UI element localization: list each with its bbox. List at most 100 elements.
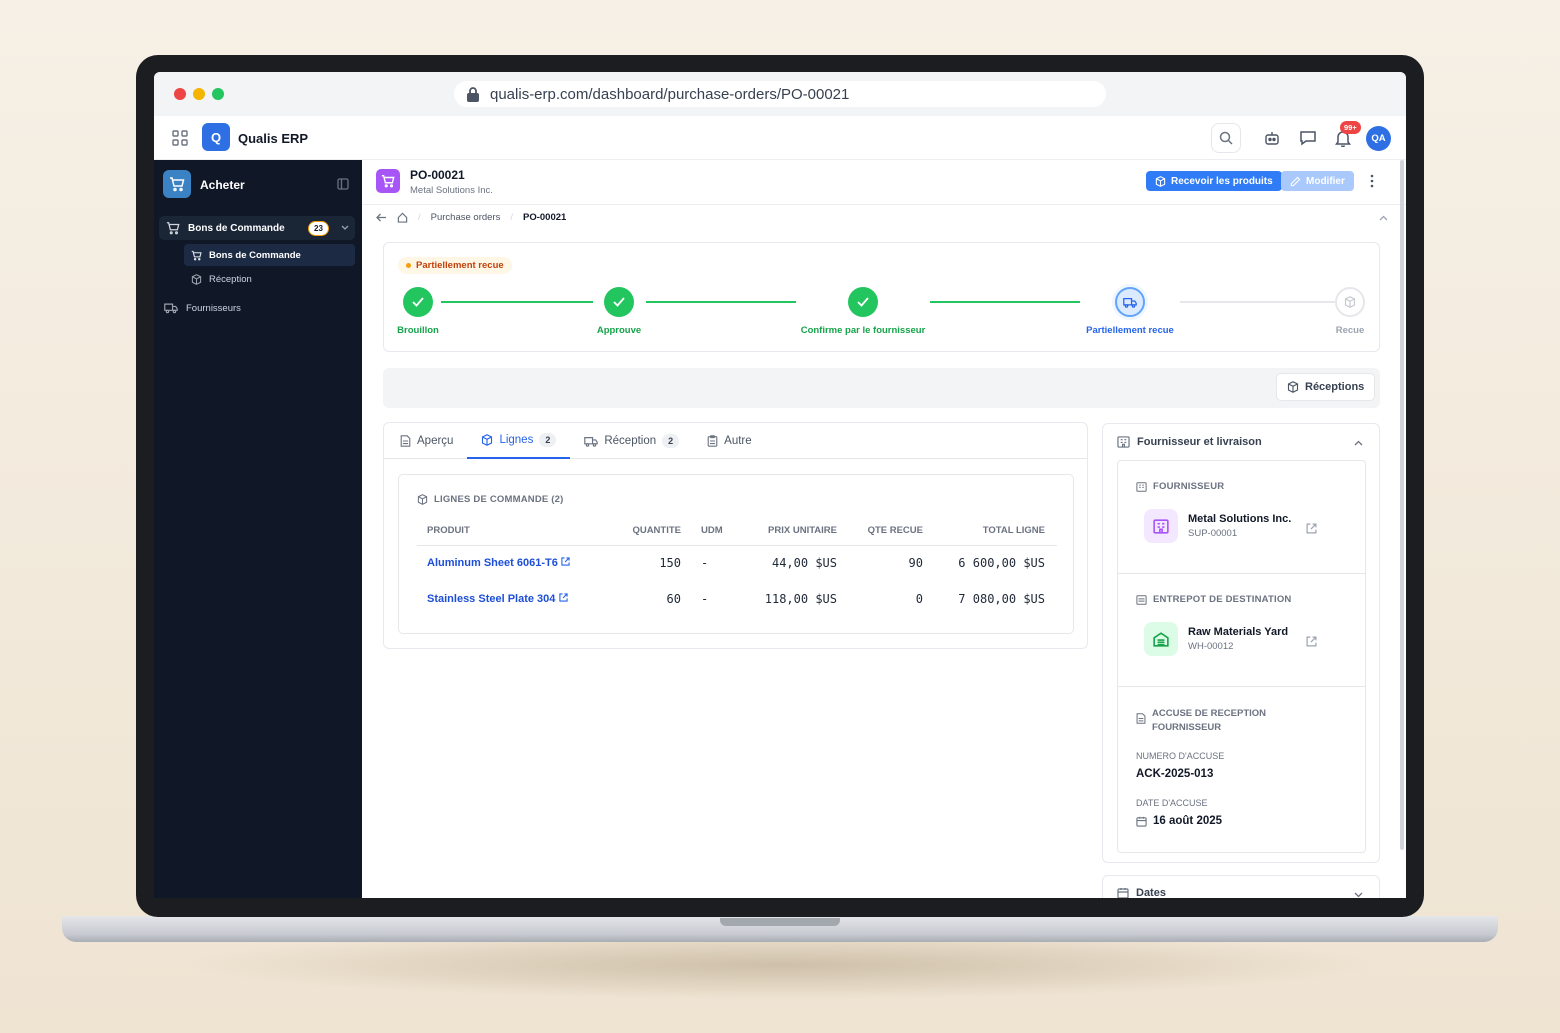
maximize-window-button[interactable] [212, 88, 224, 100]
truck-icon [164, 303, 178, 314]
step-label: Recue [1335, 325, 1365, 336]
external-link-icon[interactable] [558, 593, 568, 602]
breadcrumb-link[interactable]: Purchase orders [431, 212, 501, 223]
search-button[interactable] [1211, 123, 1241, 153]
warehouse-label: ENTREPOT DE DESTINATION [1153, 594, 1292, 605]
assistant-bot-icon[interactable] [1264, 130, 1280, 146]
app-topbar: Q Qualis ERP 99+ QA [154, 116, 1406, 160]
header-divider [362, 204, 1406, 205]
page-scrollbar[interactable] [1400, 160, 1404, 850]
step-approved: Approuve [597, 287, 641, 336]
browser-chrome: qualis-erp.com/dashboard/purchase-orders… [154, 72, 1406, 116]
receive-products-button[interactable]: Recevoir les produits [1146, 171, 1282, 191]
more-options-icon[interactable] [1370, 174, 1374, 188]
edit-button[interactable]: Modifier [1281, 171, 1354, 191]
step-label: Confirme par le fournisseur [800, 325, 926, 336]
dates-title: Dates [1136, 887, 1166, 898]
chevron-up-icon[interactable] [1354, 440, 1363, 446]
ack-date: 16 août 2025 [1136, 815, 1222, 827]
external-link-icon[interactable] [561, 557, 570, 566]
step-connector-pending [1180, 301, 1335, 303]
sidebar-item-suppliers[interactable]: Fournisseurs [164, 297, 241, 319]
tab-label: Réception [604, 435, 657, 447]
tabs-bar: Aperçu Lignes 2 Réception 2 Autre [384, 423, 1087, 459]
check-icon [613, 297, 625, 307]
receptions-button[interactable]: Réceptions [1276, 373, 1376, 401]
ack-number-label: NUMERO D'ACCUSE [1136, 751, 1225, 761]
back-arrow-icon[interactable] [376, 213, 387, 222]
step-check-circle [604, 287, 634, 317]
warehouse-section-label: ENTREPOT DE DESTINATION [1136, 594, 1292, 605]
warehouse-code: WH-00012 [1188, 641, 1234, 652]
building-icon [1117, 436, 1130, 448]
chevron-down-icon[interactable] [341, 225, 349, 231]
sidebar-group-purchase-orders[interactable]: Bons de Commande 23 [159, 216, 355, 240]
screen: qualis-erp.com/dashboard/purchase-orders… [154, 72, 1406, 898]
product-link[interactable]: Stainless Steel Plate 304 [427, 593, 555, 605]
shopping-cart-icon [166, 222, 180, 235]
sidebar-subitem-label: Réception [209, 273, 252, 285]
tab-lines[interactable]: Lignes 2 [467, 423, 571, 459]
sidebar-group-label: Bons de Commande [188, 222, 285, 234]
home-icon[interactable] [397, 212, 408, 223]
unit-price-cell: 118,00 $US [764, 592, 837, 606]
tab-reception[interactable]: Réception 2 [570, 423, 693, 459]
step-pending-circle [1335, 287, 1365, 317]
messages-icon[interactable] [1299, 129, 1317, 147]
window-controls [174, 88, 224, 100]
table-header-row: PRODUIT QUANTITE UDM PRIX UNITAIRE QTE R… [417, 517, 1057, 546]
check-icon [857, 297, 869, 307]
lines-card: Aperçu Lignes 2 Réception 2 Autre LIGNES… [383, 422, 1088, 649]
user-avatar[interactable]: QA [1366, 126, 1391, 151]
breadcrumb-separator: / [418, 212, 421, 223]
uom-cell: - [701, 592, 709, 606]
collapse-sidebar-icon[interactable] [337, 178, 349, 190]
tab-label: Aperçu [417, 435, 454, 447]
status-badge-label: Partiellement recue [416, 260, 504, 271]
warehouse-name[interactable]: Raw Materials Yard [1188, 626, 1288, 638]
dates-card[interactable]: Dates [1102, 875, 1380, 898]
unit-price-cell: 44,00 $US [771, 556, 837, 571]
url-bar[interactable]: qualis-erp.com/dashboard/purchase-orders… [454, 81, 1106, 107]
search-icon [1219, 131, 1233, 145]
supplier-delivery-header[interactable]: Fournisseur et livraison [1117, 436, 1262, 448]
supplier-delivery-panel: Fournisseur et livraison FOURNISSEUR Met… [1102, 423, 1380, 863]
close-window-button[interactable] [174, 88, 186, 100]
sidebar-subitem-purchase-orders[interactable]: Bons de Commande [184, 244, 355, 266]
ack-date-label: DATE D'ACCUSE [1136, 798, 1208, 808]
warehouse-entity[interactable]: Raw Materials Yard WH-00012 [1144, 622, 1288, 656]
shopping-cart-icon [381, 175, 395, 188]
external-link-icon[interactable] [1306, 523, 1317, 534]
tab-overview[interactable]: Aperçu [386, 423, 467, 459]
step-supplier-confirmed: Confirme par le fournisseur [801, 287, 925, 336]
supplier-label: FOURNISSEUR [1153, 481, 1225, 492]
product-link[interactable]: Aluminum Sheet 6061-T6 [427, 557, 558, 569]
external-link-icon[interactable] [1306, 636, 1317, 647]
section-divider [1118, 686, 1365, 687]
chevron-down-icon[interactable] [1354, 892, 1363, 898]
edit-icon [1290, 176, 1301, 186]
supplier-delivery-title: Fournisseur et livraison [1137, 436, 1262, 448]
receive-products-label: Recevoir les produits [1171, 175, 1273, 187]
column-header: QUANTITE [617, 517, 681, 546]
sidebar-group-count-badge: 23 [308, 221, 329, 236]
app-name[interactable]: Qualis ERP [238, 131, 308, 146]
column-header: QTE RECUE [837, 517, 923, 546]
sidebar: Acheter Bons de Commande 23 Bons de Comm… [154, 160, 362, 898]
supplier-entity[interactable]: Metal Solutions Inc. SUP-00001 [1144, 509, 1291, 543]
supplier-name[interactable]: Metal Solutions Inc. [1188, 513, 1291, 525]
sidebar-subitem-reception[interactable]: Réception [184, 268, 355, 290]
quantity-cell: 150 [659, 556, 681, 571]
app-logo[interactable]: Q [202, 123, 230, 151]
chevron-up-icon[interactable] [1379, 215, 1388, 221]
step-connector-done [441, 301, 593, 303]
ack-section-label: ACCUSE DE RECEPTION FOURNISSEUR [1136, 707, 1266, 735]
minimize-window-button[interactable] [193, 88, 205, 100]
tab-other[interactable]: Autre [693, 423, 766, 459]
quantity-cell: 60 [666, 592, 681, 606]
notifications-badge: 99+ [1340, 121, 1361, 134]
step-check-circle [848, 287, 878, 317]
step-connector-done [930, 301, 1080, 303]
url-text: qualis-erp.com/dashboard/purchase-orders… [490, 85, 850, 103]
apps-grid-icon[interactable] [172, 130, 188, 146]
